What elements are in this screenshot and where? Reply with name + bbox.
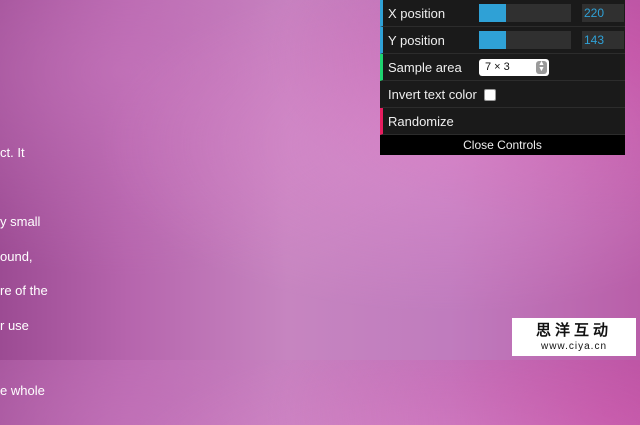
invert-text-color-label: Invert text color: [388, 86, 477, 102]
watermark-url: www.ciya.cn: [540, 341, 607, 352]
text-line: e whole: [0, 383, 45, 398]
x-position-label: X position: [388, 5, 446, 21]
text-line: ct. It: [0, 145, 25, 160]
controls-panel: X position 220 Y position 143 Sample are…: [380, 0, 625, 155]
invert-text-color-control: Invert text color: [380, 81, 625, 108]
invert-text-color-checkbox[interactable]: [484, 89, 496, 101]
close-controls-button[interactable]: Close Controls: [380, 135, 625, 155]
y-position-input[interactable]: 143: [582, 31, 624, 49]
watermark-logo: 思洋互动 www.ciya.cn: [512, 318, 636, 356]
y-position-slider-fill: [479, 31, 506, 49]
text-line: ound,: [0, 249, 33, 264]
watermark-title: 思洋互动: [535, 322, 612, 339]
y-position-label: Y position: [388, 32, 445, 48]
sample-area-control: Sample area 7 × 3 ▲ ▼: [380, 54, 625, 81]
sample-area-select[interactable]: 7 × 3 ▲ ▼: [479, 59, 549, 76]
body-text-paragraph-3: e whole: [0, 333, 45, 425]
sample-area-label: Sample area: [388, 59, 462, 75]
x-position-control: X position 220: [380, 0, 625, 27]
x-position-slider-fill: [479, 4, 506, 22]
x-position-input[interactable]: 220: [582, 4, 624, 22]
randomize-label: Randomize: [388, 113, 454, 129]
y-position-slider[interactable]: [479, 31, 571, 49]
randomize-button[interactable]: Randomize: [380, 108, 625, 135]
y-position-control: Y position 143: [380, 27, 625, 54]
sample-area-selected-value: 7 × 3: [485, 61, 510, 73]
select-arrows-icon: ▲ ▼: [536, 60, 547, 74]
x-position-slider[interactable]: [479, 4, 571, 22]
